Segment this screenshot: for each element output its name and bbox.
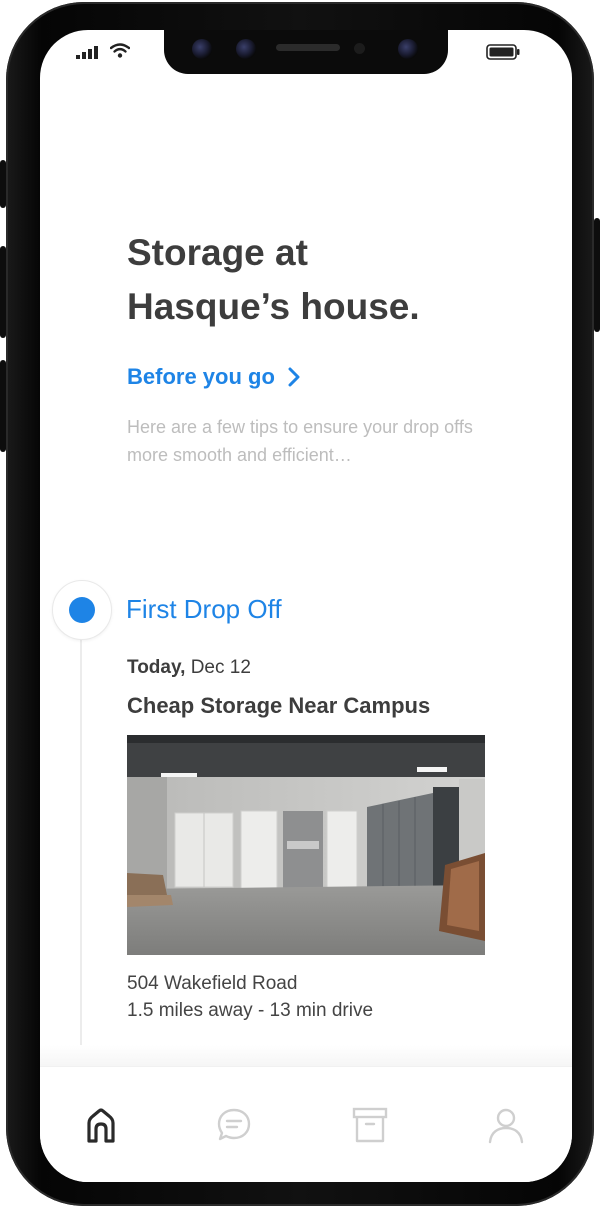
timeline-active-dot xyxy=(69,597,95,623)
timeline-node xyxy=(52,580,112,640)
storage-distance: 1.5 miles away - 13 min drive xyxy=(127,1000,374,1021)
date-value: Dec 12 xyxy=(190,657,251,678)
timeline-line xyxy=(80,616,82,1086)
storage-name[interactable]: Cheap Storage Near Campus xyxy=(127,693,430,719)
date-prefix: Today, xyxy=(127,657,186,678)
signal-icon xyxy=(76,46,98,59)
home-icon[interactable] xyxy=(81,1105,121,1145)
notch xyxy=(164,30,448,74)
sensor-icon xyxy=(236,39,256,59)
page-title-line-2: Hasque’s house. xyxy=(127,286,420,327)
front-camera-icon xyxy=(398,39,418,59)
storage-photo[interactable] xyxy=(127,735,485,955)
storage-box-icon[interactable] xyxy=(350,1105,390,1145)
screen: Storage at Hasque’s house. Before you go… xyxy=(40,30,572,1182)
storage-address: 504 Wakefield Road xyxy=(127,973,298,994)
before-you-go-label: Before you go xyxy=(127,364,275,389)
power-button xyxy=(594,218,600,332)
page-title-line-1: Storage at xyxy=(127,232,308,273)
speaker-grille xyxy=(276,44,340,51)
tips-description: Here are a few tips to ensure your drop … xyxy=(127,417,473,465)
chevron-right-icon xyxy=(288,367,300,387)
volume-up-button xyxy=(0,246,6,338)
camera-icon xyxy=(192,39,212,59)
drop-off-date: Today, Dec 12 xyxy=(127,657,251,679)
volume-down-button xyxy=(0,360,6,452)
page-title: Storage at Hasque’s house. xyxy=(127,226,527,334)
silent-switch xyxy=(0,160,6,208)
profile-icon[interactable] xyxy=(486,1105,526,1145)
chat-icon[interactable] xyxy=(214,1105,254,1145)
phone-frame: Storage at Hasque’s house. Before you go… xyxy=(0,2,600,1206)
drop-off-title[interactable]: First Drop Off xyxy=(126,594,282,625)
battery-icon xyxy=(486,44,520,60)
before-you-go-link[interactable]: Before you go xyxy=(127,364,301,390)
proximity-sensor xyxy=(354,43,365,54)
tab-bar xyxy=(40,1066,572,1182)
wifi-icon xyxy=(110,43,130,58)
